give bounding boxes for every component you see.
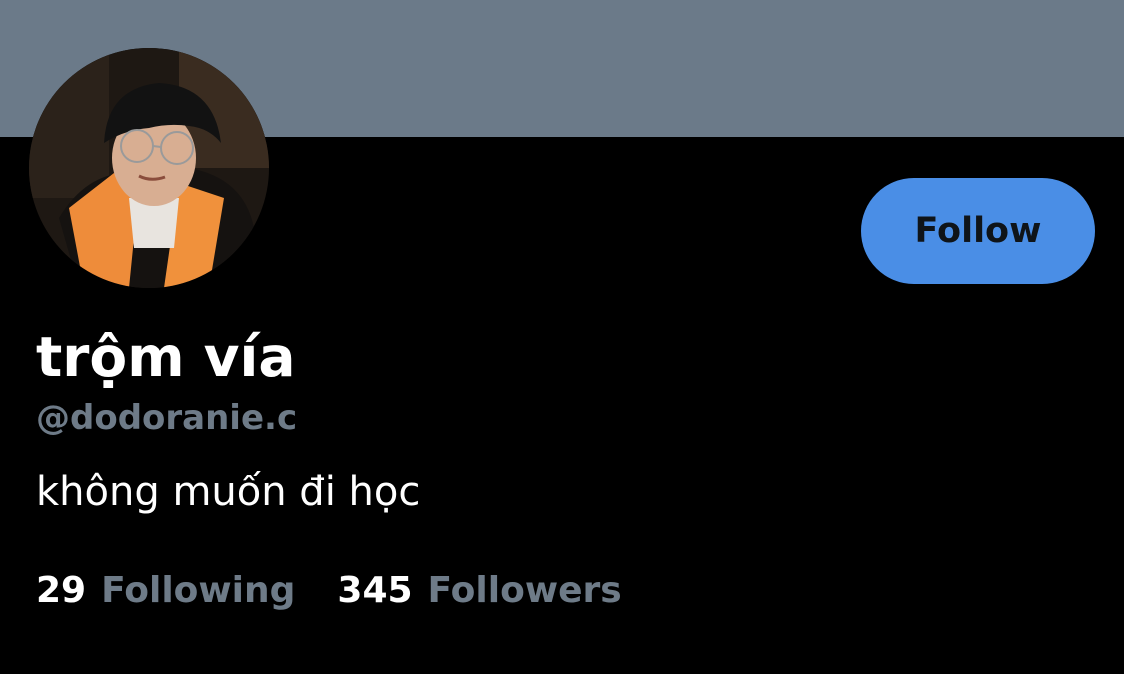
followers-label: Followers (427, 570, 622, 611)
profile-avatar[interactable] (29, 48, 269, 288)
avatar-photo (29, 48, 269, 288)
profile-bio: không muốn đi học (36, 469, 421, 515)
following-count: 29 (36, 570, 87, 611)
profile-handle: @dodoranie.c (36, 398, 298, 438)
profile-stats: 29 Following 345 Followers (36, 568, 622, 614)
following-link[interactable]: 29 Following (36, 568, 295, 614)
profile-display-name: trộm vía (36, 325, 296, 389)
follow-button[interactable]: Follow (861, 178, 1095, 284)
followers-link[interactable]: 345 Followers (337, 568, 621, 614)
followers-count: 345 (337, 570, 413, 611)
following-label: Following (101, 570, 296, 611)
